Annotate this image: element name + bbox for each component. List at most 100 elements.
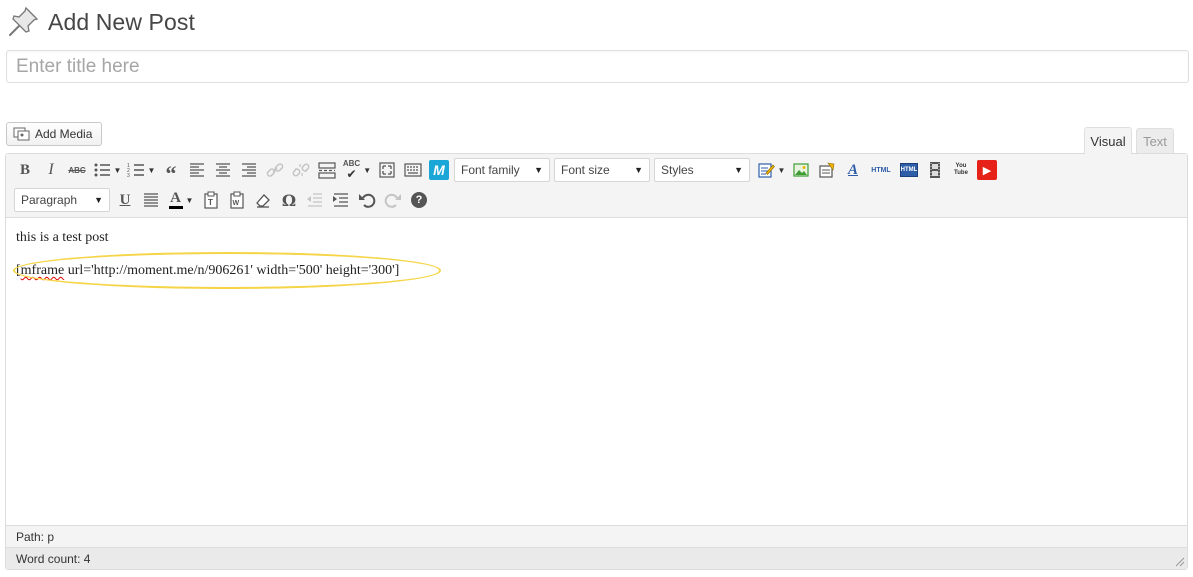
numbered-list-button[interactable]: 123 ▼ xyxy=(124,157,158,183)
blockquote-button[interactable]: “ xyxy=(158,157,184,185)
chevron-down-icon: ▼ xyxy=(777,165,786,175)
youtube-button[interactable]: You Tube xyxy=(948,157,974,183)
chevron-down-icon: ▼ xyxy=(185,195,194,205)
editor-toolbar: B I ABC ▼ 123 ▼ “ ABC ✔ ▼ M Font family … xyxy=(6,154,1187,218)
special-character-button[interactable]: Ω xyxy=(276,187,302,213)
fullscreen-button[interactable] xyxy=(374,157,400,183)
insert-gallery-button[interactable] xyxy=(814,157,840,183)
shortcode-attributes: url='http://moment.me/n/906261' width='5… xyxy=(64,263,400,278)
unlink-button[interactable] xyxy=(288,157,314,183)
paste-word-button[interactable]: W xyxy=(224,187,250,213)
page-header: Add New Post xyxy=(6,4,195,40)
edit-plugin-button[interactable]: ▼ xyxy=(754,157,788,183)
svg-text:3: 3 xyxy=(127,173,130,179)
image-icon xyxy=(793,163,809,177)
insert-link-button[interactable] xyxy=(262,157,288,183)
italic-button[interactable]: I xyxy=(38,157,64,183)
text-color-icon: A xyxy=(168,190,183,209)
font-family-select[interactable]: Font family ▼ xyxy=(454,158,550,182)
paragraph-format-select[interactable]: Paragraph ▼ xyxy=(14,188,110,212)
moment-plugin-button[interactable]: M xyxy=(426,157,452,183)
insert-link-icon xyxy=(266,163,284,177)
outdent-button[interactable] xyxy=(302,187,328,213)
bold-button[interactable]: B xyxy=(12,157,38,183)
paste-text-button[interactable]: T xyxy=(198,187,224,213)
chevron-down-icon: ▼ xyxy=(147,165,156,175)
word-count-bar: Word count: 4 xyxy=(6,547,1187,569)
help-button[interactable]: ? xyxy=(406,187,432,213)
spellcheck-button[interactable]: ABC ✔ ▼ xyxy=(340,157,374,183)
align-right-button[interactable] xyxy=(236,157,262,183)
chevron-down-icon: ▼ xyxy=(94,195,103,205)
film-strip-icon xyxy=(930,162,940,178)
editor-content[interactable]: this is a test post [mframe url='http://… xyxy=(6,218,1187,525)
omega-icon: Ω xyxy=(281,190,297,210)
eraser-icon xyxy=(256,194,270,208)
undo-button[interactable] xyxy=(354,187,380,213)
add-media-button[interactable]: Add Media xyxy=(6,122,102,146)
moment-plugin-icon: M xyxy=(429,160,449,180)
numbered-list-icon: 123 xyxy=(127,163,144,179)
html-block-icon: HTML xyxy=(900,163,918,177)
kitchen-sink-button[interactable] xyxy=(400,157,426,183)
shortcode-paragraph: [mframe url='http://moment.me/n/906261' … xyxy=(16,263,399,279)
font-size-label: Font size xyxy=(561,163,610,177)
justify-button[interactable] xyxy=(138,187,164,213)
html-block-button[interactable]: HTML xyxy=(896,157,922,183)
toolbar-row-2: Paragraph ▼ U A ▼ T W Ω ? xyxy=(12,186,432,214)
youtube-label: You Tube xyxy=(954,163,968,176)
misspelled-word: mframe xyxy=(20,263,65,278)
paste-word-icon: W xyxy=(230,191,244,209)
chevron-down-icon: ▼ xyxy=(734,165,743,175)
fullscreen-icon xyxy=(379,162,395,178)
chevron-down-icon: ▼ xyxy=(113,165,122,175)
bold-icon: B xyxy=(19,161,30,178)
play-video-button[interactable]: ▶ xyxy=(974,157,1000,183)
help-icon: ? xyxy=(411,192,427,208)
align-left-button[interactable] xyxy=(184,157,210,183)
play-icon: ▶ xyxy=(977,160,997,180)
html-button[interactable]: HTML xyxy=(866,157,896,183)
insert-image-button[interactable] xyxy=(788,157,814,183)
align-center-button[interactable] xyxy=(210,157,236,183)
typography-button[interactable]: A xyxy=(840,157,866,183)
paragraph-label: Paragraph xyxy=(21,193,78,207)
clear-formatting-button[interactable] xyxy=(250,187,276,213)
editor-frame: B I ABC ▼ 123 ▼ “ ABC ✔ ▼ M Font family … xyxy=(5,153,1188,570)
align-center-icon xyxy=(216,163,230,177)
kitchen-sink-icon xyxy=(404,163,422,177)
gallery-icon xyxy=(819,162,835,178)
note-edit-icon xyxy=(757,163,775,178)
redo-button[interactable] xyxy=(380,187,406,213)
help-glyph: ? xyxy=(415,194,423,206)
path-label: Path: p xyxy=(16,529,55,544)
page-title: Add New Post xyxy=(48,8,195,35)
styles-select[interactable]: Styles ▼ xyxy=(654,158,750,182)
text-color-swatch xyxy=(168,206,183,209)
tab-text[interactable]: Text xyxy=(1136,128,1174,154)
content-paragraph: this is a test post xyxy=(16,230,109,245)
svg-text:W: W xyxy=(233,200,240,207)
chevron-down-icon: ▼ xyxy=(534,165,543,175)
text-color-button[interactable]: A ▼ xyxy=(164,187,198,213)
media-icon xyxy=(13,127,30,141)
more-tag-button[interactable] xyxy=(314,157,340,183)
spellcheck-icon: ABC ✔ xyxy=(343,160,360,181)
bullet-list-button[interactable]: ▼ xyxy=(90,157,124,183)
bullet-list-icon xyxy=(94,163,110,177)
indent-button[interactable] xyxy=(328,187,354,213)
video-button[interactable] xyxy=(922,157,948,183)
align-right-icon xyxy=(242,163,256,177)
post-title-input[interactable] xyxy=(6,50,1189,83)
resize-handle-icon[interactable] xyxy=(1173,555,1185,567)
redo-icon xyxy=(384,193,401,208)
strikethrough-icon: ABC xyxy=(68,165,86,175)
align-justify-icon xyxy=(144,193,158,207)
text-color-glyph: A xyxy=(170,190,181,206)
underline-button[interactable]: U xyxy=(112,187,138,213)
typography-icon: A xyxy=(847,161,858,178)
tab-visual[interactable]: Visual xyxy=(1084,127,1132,154)
strikethrough-button[interactable]: ABC xyxy=(64,157,90,183)
font-size-select[interactable]: Font size ▼ xyxy=(554,158,650,182)
chevron-down-icon: ▼ xyxy=(363,165,372,175)
